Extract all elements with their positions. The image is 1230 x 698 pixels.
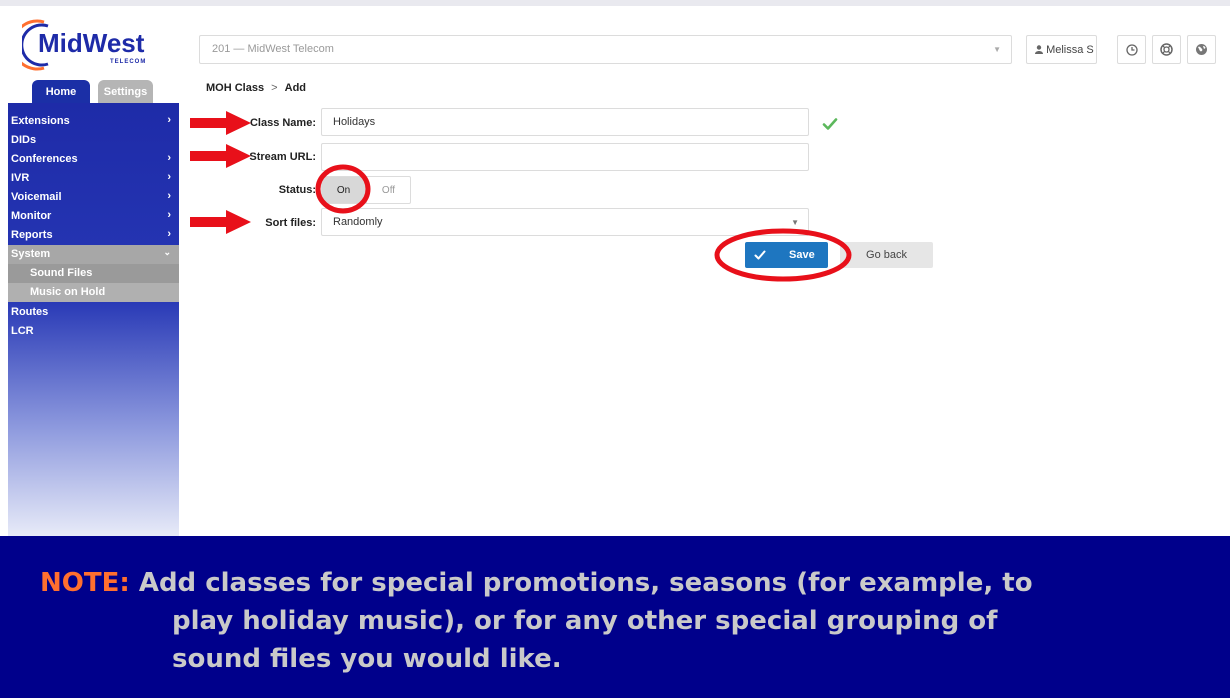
note-banner: NOTE: Add classes for special promotions… — [0, 536, 1230, 698]
valid-check-icon — [822, 118, 838, 130]
note-line-3: sound files you would like. — [172, 644, 562, 674]
breadcrumb-separator: > — [271, 82, 278, 94]
chevron-right-icon: › — [167, 209, 171, 221]
sidebar-item-label: Sound Files — [30, 267, 93, 279]
user-icon — [1035, 45, 1043, 54]
help-button[interactable] — [1152, 35, 1181, 64]
sidebar-item-label: Music on Hold — [30, 286, 106, 298]
sort-files-select[interactable]: Randomly ▼ — [321, 208, 809, 236]
sidebar-item-routes[interactable]: Routes — [8, 303, 179, 322]
sidebar-item-label: Reports — [11, 229, 53, 241]
page: MidWest TELECOM 201 — MidWest Telecom ▼ … — [0, 0, 1230, 698]
class-name-value: Holidays — [333, 116, 376, 128]
note-text: NOTE: Add classes for special promotions… — [40, 564, 1190, 678]
stream-url-label: Stream URL: — [249, 151, 316, 163]
user-menu-button[interactable]: Melissa S — [1026, 35, 1097, 64]
save-button[interactable]: Save — [745, 242, 828, 268]
chevron-right-icon: › — [167, 152, 171, 164]
class-name-label: Class Name: — [249, 117, 316, 129]
sidebar-item-lcr[interactable]: LCR — [8, 322, 179, 341]
go-back-button[interactable]: Go back — [840, 242, 933, 268]
note-label: NOTE: — [40, 568, 130, 598]
breadcrumb-section[interactable]: MOH Class — [206, 82, 264, 94]
chevron-right-icon: › — [167, 228, 171, 240]
sidebar-item-dids[interactable]: DIDs — [8, 131, 179, 150]
sidebar-item-label: LCR — [11, 325, 34, 337]
logo-subtext: TELECOM — [110, 59, 146, 65]
globe-button[interactable] — [1187, 35, 1216, 64]
sidebar-item-sound-files[interactable]: Sound Files — [8, 264, 179, 283]
sort-files-value: Randomly — [333, 216, 383, 228]
globe-icon — [1196, 44, 1207, 55]
clock-icon — [1125, 43, 1138, 56]
sidebar-item-music-on-hold[interactable]: Music on Hold — [8, 283, 179, 302]
chevron-right-icon: › — [167, 190, 171, 202]
account-select[interactable]: 201 — MidWest Telecom ▼ — [199, 35, 1012, 64]
breadcrumb-page: Add — [284, 82, 307, 94]
sidebar-item-conferences[interactable]: Conferences › — [8, 150, 179, 169]
breadcrumb: MOH Class > Add — [206, 82, 306, 94]
clock-button[interactable] — [1117, 35, 1146, 64]
sidebar: Extensions › DIDs Conferences › IVR › Voice… — [8, 103, 179, 537]
sidebar-item-system[interactable]: System ⌄ — [8, 245, 179, 264]
sidebar-item-label: DIDs — [11, 134, 37, 146]
user-name: Melissa S — [1046, 44, 1094, 56]
midwest-telecom-logo[interactable]: MidWest TELECOM — [22, 16, 172, 74]
sidebar-item-label: Voicemail — [11, 191, 62, 203]
sidebar-item-monitor[interactable]: Monitor › — [8, 207, 179, 226]
logo-text: MidWest — [38, 28, 145, 58]
sidebar-item-extensions[interactable]: Extensions › — [8, 112, 179, 131]
tab-settings[interactable]: Settings — [98, 80, 153, 103]
status-off-toggle[interactable]: Off — [366, 176, 411, 204]
top-bar: MidWest TELECOM 201 — MidWest Telecom ▼ … — [0, 0, 1230, 78]
note-line-1: Add classes for special promotions, seas… — [138, 568, 1033, 598]
tab-home[interactable]: Home — [32, 80, 90, 103]
sidebar-item-ivr[interactable]: IVR › — [8, 169, 179, 188]
class-name-input[interactable]: Holidays — [321, 108, 809, 136]
chevron-right-icon: › — [167, 114, 171, 126]
sidebar-item-label: Monitor — [11, 210, 52, 222]
chevron-down-icon: ▼ — [791, 218, 799, 227]
life-ring-icon — [1160, 43, 1173, 56]
sidebar-item-label: IVR — [11, 172, 30, 184]
sort-files-label: Sort files: — [265, 217, 316, 229]
note-line-2: play holiday music), or for any other sp… — [172, 606, 998, 636]
chevron-right-icon: › — [167, 171, 171, 183]
sidebar-item-label: Routes — [11, 306, 49, 318]
chevron-down-icon: ⌄ — [163, 247, 171, 257]
save-button-label: Save — [789, 249, 815, 261]
account-select-value: 201 — MidWest Telecom — [212, 43, 334, 55]
stream-url-input[interactable] — [321, 143, 809, 171]
sidebar-item-label: Extensions — [11, 115, 70, 127]
sidebar-item-label: System — [11, 248, 51, 260]
chevron-down-icon: ▼ — [993, 45, 1001, 54]
check-icon — [754, 250, 766, 260]
sidebar-tabs: Home Settings — [8, 78, 179, 103]
sidebar-item-voicemail[interactable]: Voicemail › — [8, 188, 179, 207]
sidebar-item-label: Conferences — [11, 153, 78, 165]
status-label: Status: — [278, 184, 316, 196]
status-on-toggle[interactable]: On — [321, 176, 366, 204]
sidebar-item-reports[interactable]: Reports › — [8, 226, 179, 245]
